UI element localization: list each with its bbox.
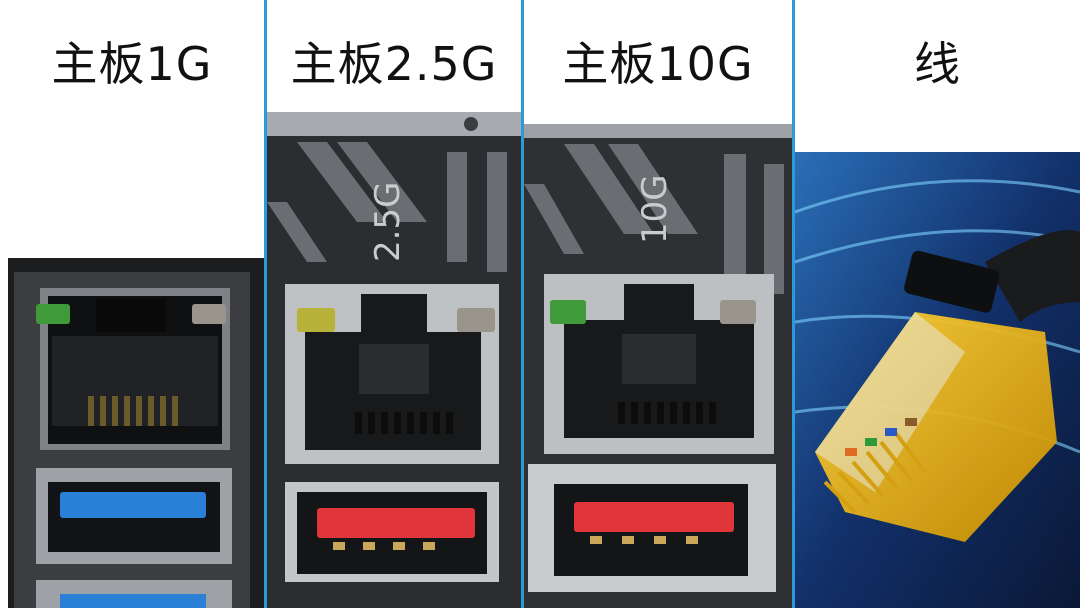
rj45-port-icon	[544, 274, 774, 454]
usb-port-icon	[528, 464, 776, 592]
panel-1g: 主板1G	[0, 0, 264, 608]
board-1g-photo	[8, 258, 264, 608]
board-10g-photo: 10G	[524, 124, 792, 608]
board-2-5g-photo: 2.5G	[267, 112, 521, 608]
usb-port-icon	[285, 482, 499, 582]
port-speed-label-2-5g: 2.5G	[368, 182, 408, 262]
rj45-port-icon	[285, 284, 499, 464]
port-speed-label-10g: 10G	[635, 174, 675, 244]
panel-10g-title: 主板10G	[562, 37, 754, 91]
panel-10g: 主板10G 10G	[524, 0, 792, 608]
panel-cable: 线	[795, 0, 1080, 608]
usb-port-icon	[36, 468, 232, 608]
ethernet-cable-icon	[795, 152, 1080, 608]
rj45-port-icon	[36, 288, 230, 450]
panel-2-5g: 主板2.5G 2.5G	[267, 0, 521, 608]
panel-2-5g-title: 主板2.5G	[290, 37, 498, 91]
comparison-image: 主板1G 主板2.5G 2.5G 主板10G 10G 线	[0, 0, 1080, 608]
panel-1g-title: 主板1G	[51, 37, 213, 91]
panel-cable-title: 线	[914, 37, 961, 91]
